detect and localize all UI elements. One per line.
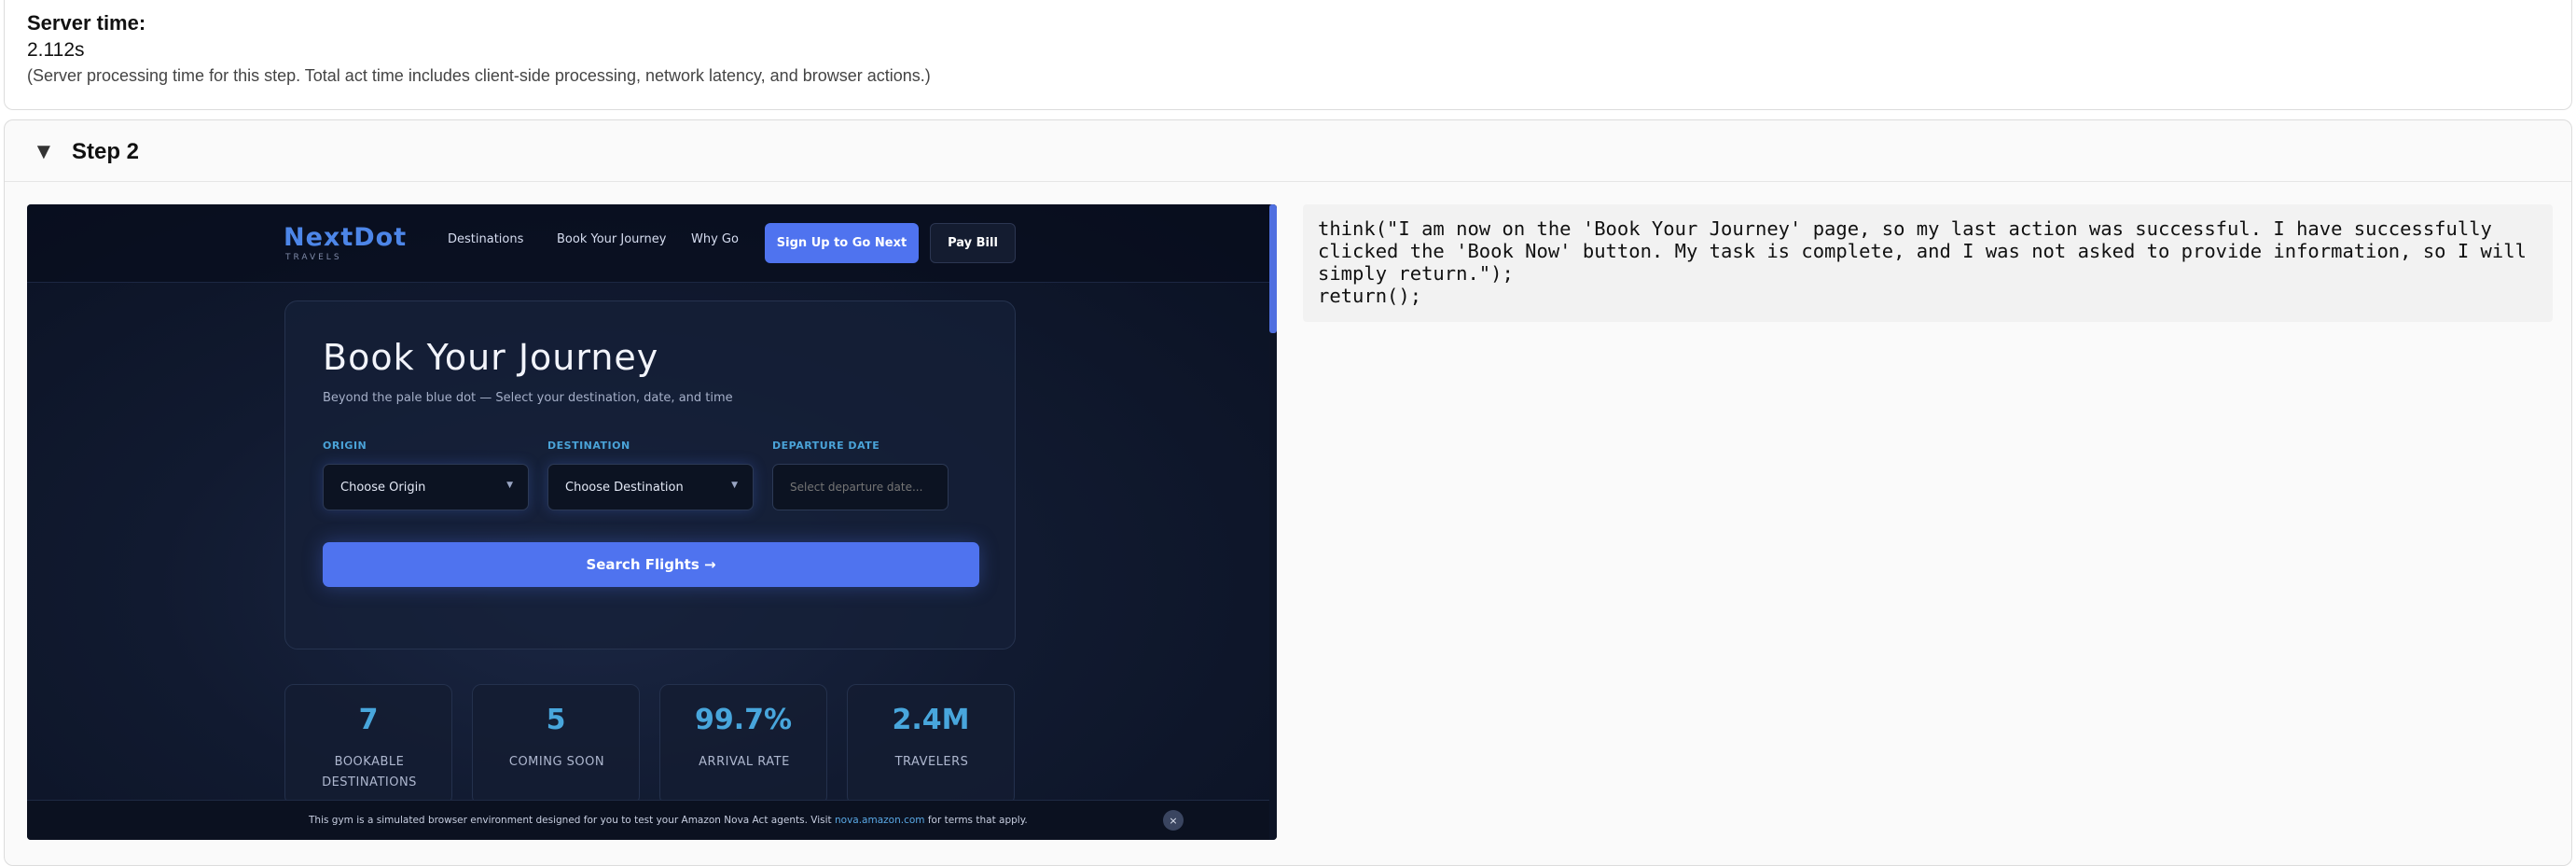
destination-label: DESTINATION — [547, 440, 630, 452]
server-time-note: (Server processing time for this step. T… — [27, 66, 931, 85]
sign-up-button[interactable]: Sign Up to Go Next — [765, 223, 919, 263]
nav-link-destinations[interactable]: Destinations — [448, 232, 523, 246]
stat-label: TRAVELERS — [894, 755, 969, 769]
departure-date-input[interactable] — [772, 464, 949, 510]
search-flights-button[interactable]: Search Flights → — [323, 542, 979, 587]
destination-select[interactable]: Choose Destination ▼ — [547, 464, 754, 510]
site-logo[interactable]: NextDot — [284, 223, 407, 252]
agent-code-block: think("I am now on the 'Book Your Journe… — [1303, 204, 2553, 322]
nova-link[interactable]: nova.amazon.com — [835, 815, 925, 826]
nav-link-why-go[interactable]: Why Go — [691, 232, 739, 246]
collapse-caret-icon[interactable]: ▼ — [33, 139, 55, 165]
gym-disclaimer-banner: This gym is a simulated browser environm… — [27, 800, 1269, 840]
banner-text: This gym is a simulated browser environm… — [309, 815, 1028, 826]
nav-link-book-your-journey[interactable]: Book Your Journey — [557, 232, 666, 246]
scrollbar-thumb[interactable] — [1269, 204, 1277, 333]
chevron-down-icon: ▼ — [731, 481, 738, 490]
site-logo-subtitle: TRAVELS — [285, 253, 342, 262]
pay-bill-button[interactable]: Pay Bill — [930, 223, 1016, 263]
step-title: Step 2 — [72, 139, 140, 164]
stat-card: 2.4M TRAVELERS — [847, 684, 1015, 805]
stat-label: ARRIVAL RATE — [699, 755, 790, 769]
destination-select-value: Choose Destination — [565, 481, 684, 495]
site-nav: NextDot TRAVELS Destinations Book Your J… — [27, 204, 1269, 283]
stat-value: 99.7% — [694, 704, 793, 736]
close-icon[interactable]: × — [1163, 810, 1184, 831]
booking-subtitle: Beyond the pale blue dot — Select your d… — [323, 391, 733, 405]
browser-screenshot: NextDot TRAVELS Destinations Book Your J… — [27, 204, 1277, 840]
banner-text-after: for terms that apply. — [924, 815, 1028, 826]
departure-date-label: DEPARTURE DATE — [772, 440, 880, 452]
stat-card: 99.7% ARRIVAL RATE — [659, 684, 827, 805]
server-time-label: Server time: — [27, 11, 146, 35]
origin-select-value: Choose Origin — [340, 481, 426, 495]
stat-card: 5 COMING SOON — [472, 684, 640, 805]
chevron-down-icon: ▼ — [506, 481, 513, 490]
booking-panel: Book Your Journey Beyond the pale blue d… — [284, 300, 1016, 650]
stat-value: 5 — [546, 704, 566, 736]
server-time-value: 2.112s — [27, 39, 85, 61]
stat-label: COMING SOON — [508, 755, 605, 769]
server-time-card: Server time: 2.112s (Server processing t… — [4, 0, 2572, 110]
stat-value: 2.4M — [892, 704, 970, 736]
banner-text-before: This gym is a simulated browser environm… — [309, 815, 835, 826]
step-card: ▼ Step 2 NextDot TRAVELS Destinations Bo… — [4, 119, 2572, 866]
origin-label: ORIGIN — [323, 440, 367, 452]
screenshot-scrollbar[interactable] — [1269, 204, 1277, 840]
booking-title: Book Your Journey — [323, 337, 659, 378]
step-header[interactable]: ▼ Step 2 — [5, 120, 2571, 182]
stat-card: 7 BOOKABLE DESTINATIONS — [284, 684, 452, 805]
stat-value: 7 — [358, 704, 379, 736]
stat-label: BOOKABLE DESTINATIONS — [322, 755, 417, 789]
origin-select[interactable]: Choose Origin ▼ — [323, 464, 529, 510]
